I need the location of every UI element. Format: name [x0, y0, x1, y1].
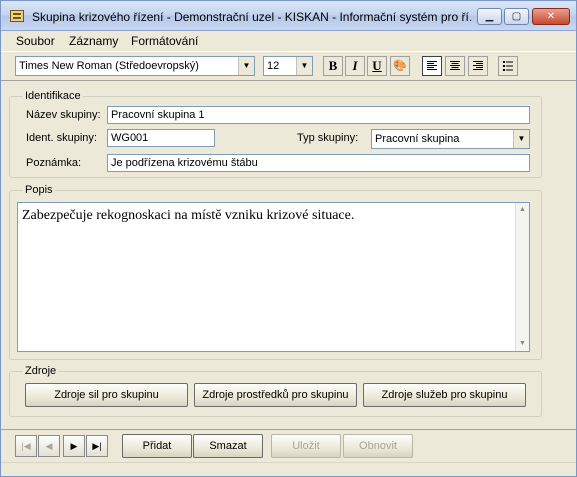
scroll-down-icon[interactable]: ▼ — [516, 337, 529, 351]
zdroje-sil-button[interactable]: Zdroje sil pro skupinu — [25, 383, 188, 407]
name-label: Název skupiny: — [26, 109, 101, 121]
menu-soubor[interactable]: Soubor — [16, 34, 55, 48]
app-icon — [10, 10, 24, 22]
type-value: Pracovní skupina — [375, 133, 460, 145]
align-right-icon — [473, 61, 483, 70]
delete-button[interactable]: Smazat — [193, 434, 263, 458]
chevron-down-icon[interactable]: ▼ — [513, 130, 529, 148]
maximize-icon: ▢ — [511, 11, 522, 22]
popis-legend: Popis — [23, 184, 55, 196]
maximize-button[interactable]: ▢ — [504, 8, 529, 25]
save-button[interactable]: Uložit — [271, 434, 341, 458]
record-navigation-bar: |◀ ◀ ▶ ▶| Přidat Smazat Uložit Obnovit — [1, 429, 576, 462]
next-record-button[interactable]: ▶ — [63, 435, 85, 457]
status-bar — [1, 462, 576, 476]
menu-formatovani[interactable]: Formátování — [131, 34, 198, 48]
ident-value: WG001 — [111, 132, 149, 144]
font-name-select[interactable]: Times New Roman (Středoevropský) ▼ — [15, 56, 255, 76]
align-center-button[interactable] — [445, 56, 465, 76]
app-window: Skupina krizového řízení - Demonstrační … — [0, 0, 577, 477]
prev-record-button[interactable]: ◀ — [38, 435, 60, 457]
color-button[interactable]: 🎨 — [390, 56, 410, 76]
name-field[interactable]: Pracovní skupina 1 — [107, 106, 530, 124]
font-size-value: 12 — [267, 60, 280, 72]
chevron-down-icon[interactable]: ▼ — [296, 57, 312, 75]
bullet-list-icon — [503, 61, 513, 71]
description-text: Zabezpečuje rekognoskaci na místě vzniku… — [22, 208, 355, 223]
type-select[interactable]: Pracovní skupina ▼ — [371, 129, 530, 149]
italic-button[interactable]: I — [345, 56, 365, 76]
zdroje-sluzeb-button[interactable]: Zdroje služeb pro skupinu — [363, 383, 526, 407]
scroll-up-icon[interactable]: ▲ — [516, 203, 529, 217]
window-title: Skupina krizového řízení - Demonstrační … — [32, 10, 472, 24]
identifikace-legend: Identifikace — [23, 90, 83, 102]
menu-zaznamy[interactable]: Záznamy — [69, 34, 118, 48]
note-field[interactable]: Je podřízena krizovému štábu — [107, 154, 530, 172]
close-icon: ✕ — [546, 11, 556, 22]
last-record-button[interactable]: ▶| — [86, 435, 108, 457]
close-button[interactable]: ✕ — [532, 8, 570, 25]
ident-label: Ident. skupiny: — [26, 132, 97, 144]
color-palette-icon: 🎨 — [393, 60, 407, 72]
note-label: Poznámka: — [26, 157, 82, 169]
name-value: Pracovní skupina 1 — [111, 109, 205, 121]
font-name-value: Times New Roman (Středoevropský) — [19, 60, 199, 72]
zdroje-prostredku-button[interactable]: Zdroje prostředků pro skupinu — [194, 383, 357, 407]
refresh-button[interactable]: Obnovit — [343, 434, 413, 458]
ident-field[interactable]: WG001 — [107, 129, 215, 147]
title-bar[interactable]: Skupina krizového řízení - Demonstrační … — [1, 1, 576, 31]
bold-button[interactable]: B — [323, 56, 343, 76]
minimize-button[interactable]: ▁ — [477, 8, 502, 25]
format-toolbar: Times New Roman (Středoevropský) ▼ 12 ▼ … — [1, 51, 576, 81]
first-record-button[interactable]: |◀ — [15, 435, 37, 457]
add-button[interactable]: Přidat — [122, 434, 192, 458]
description-textarea[interactable]: Zabezpečuje rekognoskaci na místě vzniku… — [17, 202, 530, 352]
align-left-icon — [427, 61, 437, 70]
bullets-button[interactable] — [498, 56, 518, 76]
align-center-icon — [450, 61, 460, 70]
menu-bar: Soubor Záznamy Formátování — [1, 31, 576, 50]
align-right-button[interactable] — [468, 56, 488, 76]
description-scrollbar[interactable]: ▲ ▼ — [515, 203, 529, 351]
underline-button[interactable]: U — [367, 56, 387, 76]
font-size-select[interactable]: 12 ▼ — [263, 56, 313, 76]
type-label: Typ skupiny: — [297, 132, 359, 144]
minimize-icon: ▁ — [485, 11, 494, 22]
zdroje-legend: Zdroje — [23, 365, 59, 377]
note-value: Je podřízena krizovému štábu — [111, 157, 258, 169]
align-left-button[interactable] — [422, 56, 442, 76]
chevron-down-icon[interactable]: ▼ — [238, 57, 254, 75]
